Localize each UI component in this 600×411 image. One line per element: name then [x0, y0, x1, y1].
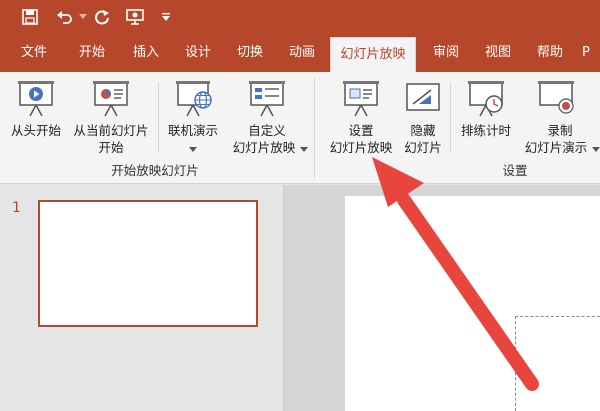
annotation-arrow — [372, 157, 539, 391]
